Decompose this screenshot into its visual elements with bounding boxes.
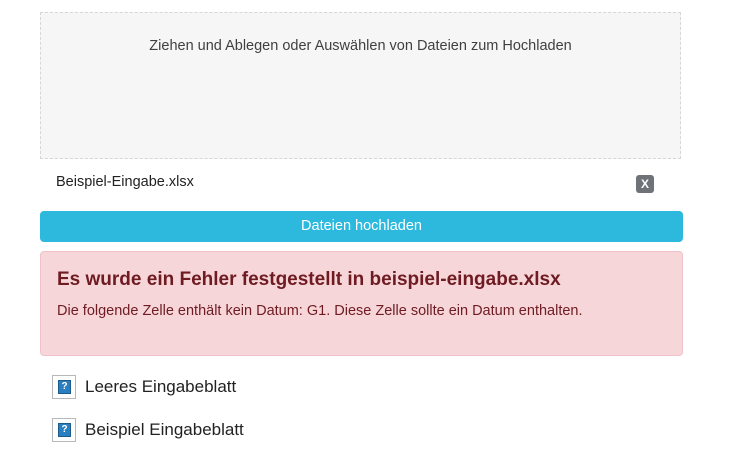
error-alert: Es wurde ein Fehler festgestellt in beis… xyxy=(40,251,683,356)
link-empty-input-sheet-label[interactable]: Leeres Eingabeblatt xyxy=(85,377,236,397)
help-document-icon: ? xyxy=(52,418,76,442)
dropzone-instructions: Ziehen und Ablegen oder Auswählen von Da… xyxy=(149,38,572,54)
selected-file-name: Beispiel-Eingabe.xlsx xyxy=(56,174,194,190)
error-alert-title: Es wurde ein Fehler festgestellt in beis… xyxy=(57,269,561,290)
error-alert-message: Die folgende Zelle enthält kein Datum: G… xyxy=(57,303,583,319)
link-example-input-sheet-label[interactable]: Beispiel Eingabeblatt xyxy=(85,420,244,440)
selected-file-row: Beispiel-Eingabe.xlsx X xyxy=(40,169,681,199)
upload-files-button[interactable]: Dateien hochladen xyxy=(40,211,683,242)
remove-file-button[interactable]: X xyxy=(636,175,654,193)
help-document-icon: ? xyxy=(52,375,76,399)
file-dropzone[interactable]: Ziehen und Ablegen oder Auswählen von Da… xyxy=(40,12,681,159)
